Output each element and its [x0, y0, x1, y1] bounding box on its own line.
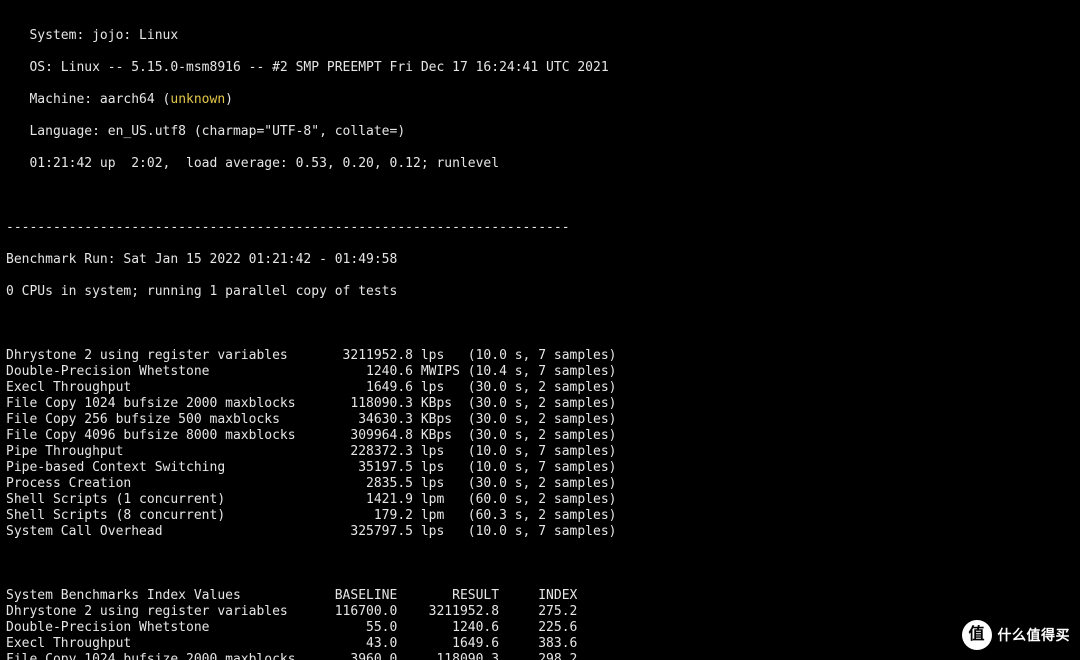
result-row: Dhrystone 2 using register variables 321…: [6, 348, 1074, 364]
blank: [6, 316, 1074, 332]
os-line: OS: Linux -- 5.15.0-msm8916 -- #2 SMP PR…: [6, 60, 1074, 76]
result-row: Pipe Throughput 228372.3 lps (10.0 s, 7 …: [6, 444, 1074, 460]
terminal-output: System: jojo: Linux OS: Linux -- 5.15.0-…: [0, 0, 1080, 660]
result-row: File Copy 256 bufsize 500 maxblocks 3463…: [6, 412, 1074, 428]
index-row: Dhrystone 2 using register variables 116…: [6, 604, 1074, 620]
watermark: 值 什么值得买: [962, 620, 1071, 650]
blank: [6, 188, 1074, 204]
language-line: Language: en_US.utf8 (charmap="UTF-8", c…: [6, 124, 1074, 140]
index-row: Double-Precision Whetstone 55.0 1240.6 2…: [6, 620, 1074, 636]
result-row: File Copy 1024 bufsize 2000 maxblocks 11…: [6, 396, 1074, 412]
result-row: Shell Scripts (1 concurrent) 1421.9 lpm …: [6, 492, 1074, 508]
result-row: Process Creation 2835.5 lps (30.0 s, 2 s…: [6, 476, 1074, 492]
result-row: File Copy 4096 bufsize 8000 maxblocks 30…: [6, 428, 1074, 444]
index-row: Execl Throughput 43.0 1649.6 383.6: [6, 636, 1074, 652]
machine-suffix: ): [225, 92, 233, 107]
index-block: System Benchmarks Index Values BASELINE …: [6, 588, 1074, 660]
uptime-line: 01:21:42 up 2:02, load average: 0.53, 0.…: [6, 156, 1074, 172]
blank: [6, 556, 1074, 572]
system-line: System: jojo: Linux: [6, 28, 1074, 44]
result-row: Pipe-based Context Switching 35197.5 lps…: [6, 460, 1074, 476]
divider: ----------------------------------------…: [6, 220, 1074, 236]
run-title: Benchmark Run: Sat Jan 15 2022 01:21:42 …: [6, 252, 1074, 268]
result-row: Double-Precision Whetstone 1240.6 MWIPS …: [6, 364, 1074, 380]
machine-line: Machine: aarch64 (unknown): [6, 92, 1074, 108]
result-row: Shell Scripts (8 concurrent) 179.2 lpm (…: [6, 508, 1074, 524]
index-row: File Copy 1024 bufsize 2000 maxblocks 39…: [6, 652, 1074, 660]
machine-unknown: unknown: [170, 92, 225, 107]
results-block: Dhrystone 2 using register variables 321…: [6, 348, 1074, 540]
watermark-text: 什么值得买: [998, 627, 1071, 643]
watermark-badge-icon: 值: [962, 620, 992, 650]
machine-prefix: Machine: aarch64 (: [6, 92, 170, 107]
index-header: System Benchmarks Index Values BASELINE …: [6, 588, 1074, 604]
result-row: System Call Overhead 325797.5 lps (10.0 …: [6, 524, 1074, 540]
result-row: Execl Throughput 1649.6 lps (30.0 s, 2 s…: [6, 380, 1074, 396]
run-cpus: 0 CPUs in system; running 1 parallel cop…: [6, 284, 1074, 300]
